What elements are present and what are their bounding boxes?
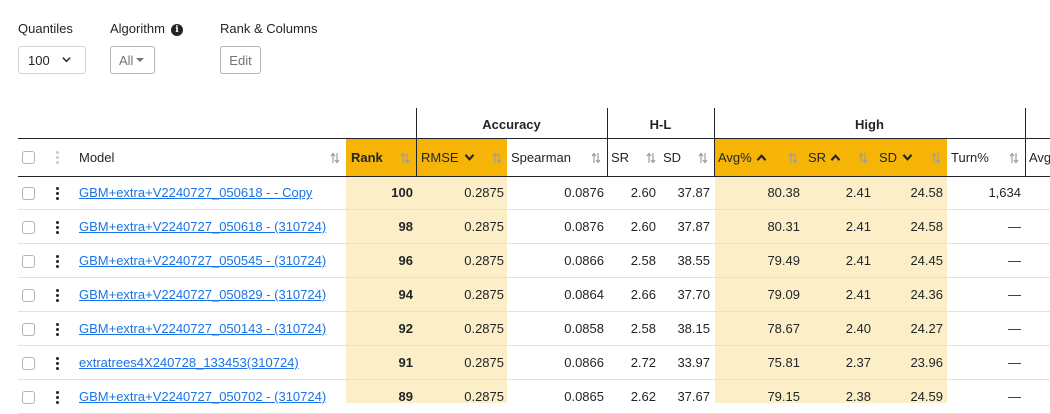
model-link[interactable]: GBM+extra+V2240727_050618 - (310724) [79, 219, 326, 234]
group-hl: H-L [649, 117, 672, 132]
model-link[interactable]: GBM+extra+V2240727_050545 - (310724) [79, 253, 326, 268]
row-checkbox[interactable] [22, 357, 35, 370]
turn-cell: — [1008, 219, 1021, 234]
row-separator [18, 277, 1050, 278]
sort-arrows-icon[interactable] [788, 152, 798, 164]
header-bottom-border [18, 176, 1050, 177]
header-kebab-icon [56, 151, 59, 166]
sort-arrows-icon[interactable] [1009, 152, 1019, 164]
column-divider [714, 139, 715, 176]
chevron-down-icon [464, 154, 474, 161]
model-link[interactable]: GBM+extra+V2240727_050618 - - Copy [79, 185, 312, 200]
column-turn[interactable]: Turn% [951, 150, 989, 165]
row-checkbox[interactable] [22, 187, 35, 200]
column-rmse[interactable]: RMSE [421, 150, 475, 165]
row-separator [18, 379, 1050, 380]
row-separator [18, 345, 1050, 346]
column-divider [1025, 139, 1026, 176]
row-kebab-icon[interactable] [56, 391, 59, 406]
column-divider [416, 139, 417, 176]
turn-cell: — [1008, 253, 1021, 268]
chevron-down-icon [902, 154, 913, 161]
row-kebab-icon[interactable] [56, 187, 59, 202]
row-checkbox[interactable] [22, 221, 35, 234]
column-divider [607, 139, 608, 176]
models-table: Accuracy H-L High Model Rank RMSE Spearm… [0, 0, 1050, 414]
model-link[interactable]: extratrees4X240728_133453(310724) [79, 355, 299, 370]
column-high-sd[interactable]: SD [879, 150, 913, 165]
sort-arrows-icon[interactable] [646, 152, 656, 164]
header-separator [18, 138, 1050, 139]
turn-cell: — [1008, 389, 1021, 404]
column-spearman[interactable]: Spearman [511, 150, 571, 165]
model-link[interactable]: GBM+extra+V2240727_050829 - (310724) [79, 287, 326, 302]
select-all-checkbox[interactable] [22, 151, 35, 164]
model-link[interactable]: GBM+extra+V2240727_050702 - (310724) [79, 389, 326, 404]
row-kebab-icon[interactable] [56, 289, 59, 304]
column-avg[interactable]: Avg% [718, 150, 767, 165]
row-kebab-icon[interactable] [56, 357, 59, 372]
row-checkbox[interactable] [22, 323, 35, 336]
sort-arrows-icon[interactable] [330, 152, 340, 164]
sort-arrows-icon[interactable] [858, 152, 868, 164]
chevron-up-icon [756, 154, 767, 161]
column-hl-sd[interactable]: SD [663, 150, 681, 165]
model-link[interactable]: GBM+extra+V2240727_050143 - (310724) [79, 321, 326, 336]
sort-arrows-icon[interactable] [492, 152, 502, 164]
turn-cell: — [1008, 321, 1021, 336]
column-hl-sr[interactable]: SR [611, 150, 629, 165]
group-divider [1025, 108, 1026, 140]
turn-cell: — [1008, 287, 1021, 302]
row-kebab-icon[interactable] [56, 323, 59, 338]
row-checkbox[interactable] [22, 255, 35, 268]
sort-arrows-icon[interactable] [591, 152, 601, 164]
row-kebab-icon[interactable] [56, 255, 59, 270]
turn-cell: — [1008, 355, 1021, 370]
sort-arrows-icon[interactable] [698, 152, 708, 164]
row-separator [18, 243, 1050, 244]
row-checkbox[interactable] [22, 289, 35, 302]
row-checkbox[interactable] [22, 391, 35, 404]
row-kebab-icon[interactable] [56, 221, 59, 236]
column-model[interactable]: Model [79, 150, 114, 165]
turn-cell: 1,634 [988, 185, 1021, 200]
row-separator [18, 209, 1050, 210]
column-rank[interactable]: Rank [351, 150, 383, 165]
chevron-up-icon [830, 154, 841, 161]
sort-arrows-icon[interactable] [400, 152, 410, 164]
column-high-sr[interactable]: SR [808, 150, 841, 165]
sort-arrows-icon[interactable] [931, 152, 941, 164]
row-separator [18, 311, 1050, 312]
group-high: High [855, 117, 884, 132]
column-avg-cut[interactable]: Avg [1029, 150, 1050, 165]
group-accuracy: Accuracy [482, 117, 541, 132]
